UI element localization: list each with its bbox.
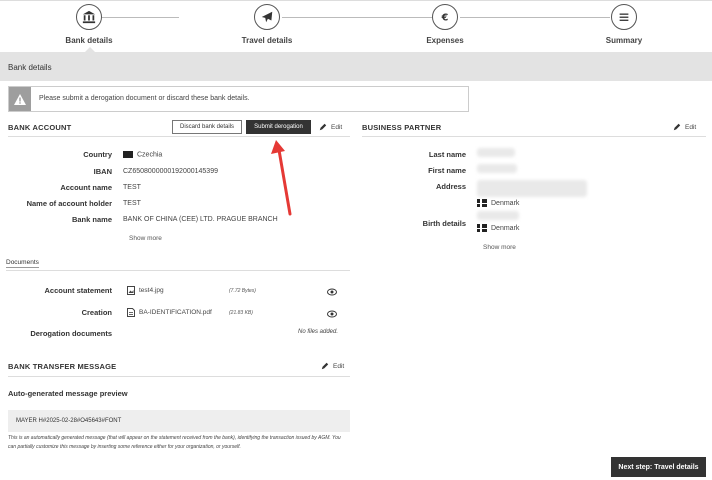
denmark-flag-icon [477,199,487,207]
account-name-label: Account name [60,183,112,192]
redacted-address [477,180,587,197]
iban-value: CZ6508000000192000145399 [123,168,218,175]
birth-country: Denmark [477,224,519,232]
no-files-text: No files added. [298,329,339,335]
step-label: Travel details [241,36,293,45]
czech-flag-icon [123,151,133,158]
iban-label: IBAN [93,167,112,176]
warning-icon [9,87,31,111]
redacted-first-name [477,164,517,173]
derogation-documents-label: Derogation documents [30,329,112,338]
step-bank-details[interactable]: Bank details [39,4,139,45]
step-label: Expenses [426,36,464,45]
account-statement-size: (7.72 Bytes) [229,288,256,294]
bank-name-value: BANK OF CHINA (CEE) LTD. PRAGUE BRANCH [123,216,278,223]
bank-icon [76,4,102,30]
edit-label: Edit [333,362,345,370]
holder-label: Name of account holder [26,199,112,208]
message-preview-box: MAYER H#2025-02-28#O45643#FONT [8,410,350,432]
pencil-icon [673,123,681,131]
discard-bank-details-button[interactable]: Discard bank details [172,120,242,134]
step-summary[interactable]: Summary [574,4,674,45]
business-partner-edit-link[interactable]: Edit [673,123,696,131]
list-icon [611,4,637,30]
image-file-icon [127,286,135,295]
pencil-icon [319,123,327,131]
edit-label: Edit [685,123,697,131]
partner-show-more-link[interactable]: Show more [483,244,516,251]
account-statement-label: Account statement [44,286,112,295]
svg-text:€: € [441,13,449,24]
euro-icon: € [432,4,458,30]
edit-label: Edit [331,123,343,131]
message-preview-label: Auto-generated message preview [8,389,128,398]
divider [6,270,350,271]
submit-derogation-button[interactable]: Submit derogation [246,120,311,134]
section-title: Bank details [8,63,52,72]
message-preview-text: MAYER H#2025-02-28#O45643#FONT [16,418,122,424]
section-header: Bank details [0,52,712,81]
account-statement-file[interactable]: test4.jpg [127,286,164,295]
view-eye-icon[interactable] [327,310,337,318]
redacted-last-name [477,148,515,157]
divider [8,376,350,377]
view-eye-icon[interactable] [327,288,337,296]
documents-tab[interactable]: Documents [6,259,39,268]
redacted-birth-date [477,211,519,220]
divider [8,136,350,137]
country-value: Czechia [123,151,162,158]
account-name-value: TEST [123,184,141,191]
transfer-edit-link[interactable]: Edit [321,362,344,370]
address-label: Address [435,182,466,191]
step-label: Summary [605,36,643,45]
message-note: This is an automatically generated messa… [8,435,341,450]
next-step-button[interactable]: Next step: Travel details [611,457,706,477]
plane-icon [254,4,280,30]
holder-value: TEST [123,200,141,207]
bank-show-more-link[interactable]: Show more [129,235,162,242]
creation-label: Creation [81,308,112,317]
warning-banner: Please submit a derogation document or d… [8,86,469,112]
denmark-flag-icon [477,224,487,232]
warning-text: Please submit a derogation document or d… [39,95,250,102]
birth-details-label: Birth details [422,219,466,228]
bank-account-title: BANK ACCOUNT [8,123,72,132]
step-label: Bank details [65,36,113,45]
address-country: Denmark [477,199,519,207]
creation-size: (21.83 KB) [229,310,253,316]
bank-account-edit-link[interactable]: Edit [319,123,342,131]
step-expenses[interactable]: € Expenses [395,4,495,45]
divider [362,136,706,137]
pencil-icon [321,362,329,370]
country-label: Country [83,150,112,159]
stepper: Bank details Travel details € Expenses S… [0,0,712,53]
bank-transfer-title: BANK TRANSFER MESSAGE [8,362,117,371]
annotation-arrow-icon [271,140,292,216]
last-name-label: Last name [428,150,466,159]
step-travel-details[interactable]: Travel details [217,4,317,45]
pdf-file-icon [127,308,135,317]
bank-name-label: Bank name [71,215,112,224]
creation-file[interactable]: BA-IDENTIFICATION.pdf [127,308,212,317]
first-name-label: First name [428,166,466,175]
business-partner-title: BUSINESS PARTNER [362,123,442,132]
